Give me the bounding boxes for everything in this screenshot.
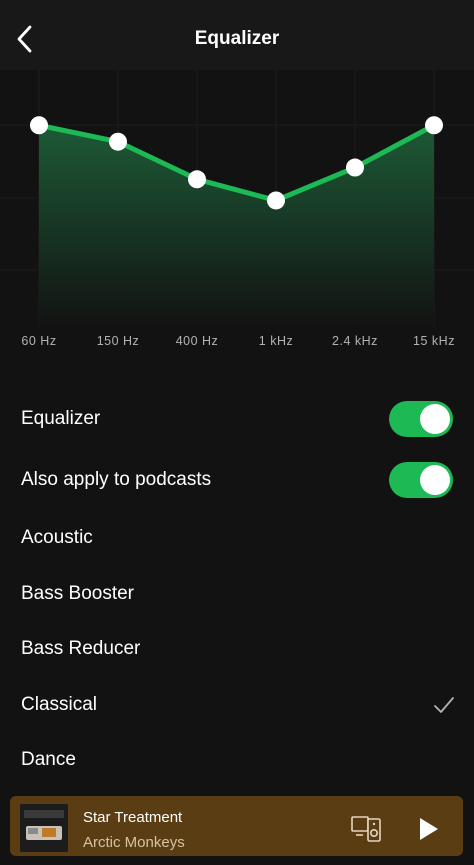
equalizer-graph[interactable] <box>0 70 474 360</box>
band-label: 1 kHz <box>258 334 294 348</box>
band-label: 150 Hz <box>96 334 140 348</box>
connect-devices-button[interactable] <box>350 814 384 844</box>
band-handle[interactable] <box>30 116 48 135</box>
preset-label: Dance <box>21 749 76 770</box>
band-handle[interactable] <box>267 191 285 210</box>
play-icon <box>420 818 438 840</box>
band-label: 2.4 kHz <box>332 334 378 348</box>
header: Equalizer <box>0 0 474 70</box>
band-label: 400 Hz <box>175 334 219 348</box>
equalizer-row[interactable]: Equalizer <box>0 392 474 446</box>
album-art <box>20 804 68 852</box>
band-handle[interactable] <box>425 116 443 135</box>
podcasts-label: Also apply to podcasts <box>21 469 212 490</box>
toggle-knob <box>420 404 450 434</box>
preset-acoustic[interactable]: Acoustic <box>0 511 474 565</box>
equalizer-label: Equalizer <box>21 408 101 429</box>
connect-devices-icon <box>351 816 381 842</box>
podcasts-toggle[interactable] <box>389 462 453 498</box>
preset-label: Bass Booster <box>21 583 134 604</box>
preset-dance[interactable]: Dance <box>0 733 474 787</box>
band-handle[interactable] <box>109 132 127 151</box>
band-handle[interactable] <box>188 170 206 189</box>
band-label: 60 Hz <box>21 334 57 348</box>
track-artist: Arctic Monkeys <box>83 834 185 851</box>
toggle-knob <box>420 465 450 495</box>
play-button[interactable] <box>415 816 441 842</box>
track-title: Star Treatment <box>83 809 183 826</box>
equalizer-toggle[interactable] <box>389 401 453 437</box>
checkmark-icon <box>434 697 454 713</box>
preset-bass-reducer[interactable]: Bass Reducer <box>0 622 474 676</box>
equalizer-chart[interactable] <box>0 70 474 360</box>
now-playing-bar[interactable]: Star Treatment Arctic Monkeys <box>10 796 463 856</box>
preset-label: Acoustic <box>21 527 93 548</box>
preset-label: Classical <box>21 694 98 715</box>
band-label: 15 kHz <box>413 334 455 348</box>
preset-label: Bass Reducer <box>21 638 141 659</box>
page-title: Equalizer <box>194 28 280 49</box>
band-handle[interactable] <box>346 158 364 177</box>
preset-bass-booster[interactable]: Bass Booster <box>0 567 474 621</box>
preset-classical[interactable]: Classical <box>0 678 474 732</box>
podcasts-row[interactable]: Also apply to podcasts <box>0 453 474 507</box>
